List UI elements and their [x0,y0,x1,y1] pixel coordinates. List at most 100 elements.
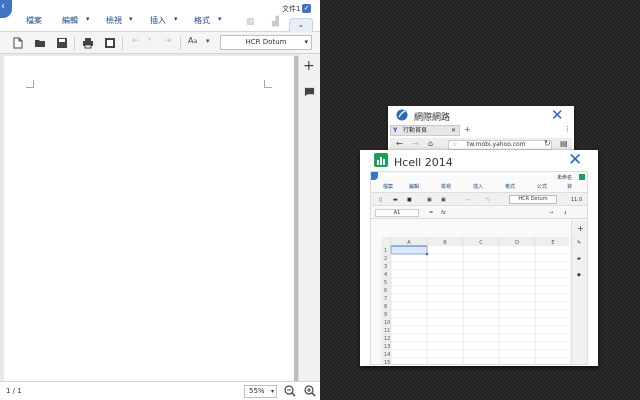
zoom-select[interactable]: 55% ▾ [244,385,277,398]
menu-insert[interactable]: 插入 [150,15,166,26]
function-icon: fx [441,210,446,216]
chevron-down-icon[interactable]: ▾ [206,37,210,45]
row-header: 9 [384,312,387,318]
font-family-select: HCR Dotum [509,195,557,204]
menu-formula: 公式 [537,184,548,190]
menu-format: 格式 [505,184,516,190]
table-icon: ▦ [246,17,255,27]
menu-view[interactable]: 檢視 [106,15,122,26]
browser-app-icon [396,109,408,121]
menu-icon[interactable]: ⋮ [564,125,571,133]
back-button[interactable]: ‹ [0,0,12,18]
hcell-app-card[interactable]: Hcell 2014 ✕ 未命名 檔案 編輯 檢視 插入 格式 公式 資 ▯ ▬… [360,150,598,366]
new-document-icon[interactable] [12,37,24,49]
row-header: 7 [384,296,387,302]
home-icon[interactable]: ⌂ [428,139,433,148]
browser-tab[interactable]: Y 行動首頁 ✕ [390,125,460,136]
save-check-button[interactable]: ✓ [302,4,311,13]
arrow-down-icon: ↓ [563,210,568,216]
print-icon[interactable] [82,37,94,49]
open-folder-icon[interactable] [34,37,46,49]
row-header: 12 [384,336,390,342]
text-style-icon[interactable]: Aa [188,36,197,45]
open-folder-icon: ▬ [393,197,398,203]
row-header: 6 [384,288,387,294]
menu-edit[interactable]: 編輯 [62,15,78,26]
new-tab-button[interactable]: + [464,125,471,134]
add-icon[interactable]: + [303,58,315,74]
close-tab-icon[interactable]: ✕ [451,126,456,135]
font-size-value: 11.0 [571,197,583,203]
column-header: C [479,240,483,246]
browser-app-card[interactable]: 網際網路 ✕ Y 行動首頁 ✕ + ⋮ ← → ⌂ ☆ tw.mobi.yaho… [388,106,574,156]
row-header: 4 [384,272,387,278]
formula-bar: A1 = fx → ↓ [371,207,587,219]
star-icon[interactable]: ☆ [452,141,457,149]
chevron-down-icon: ▾ [304,38,308,46]
spreadsheet-grid: A B C D E 1 2 3 4 5 6 7 8 9 10 11 12 13 14 15 [381,237,569,365]
page-layout-icon: ▣ [441,197,446,203]
url-value: tw.mobi.yahoo.com [467,141,526,148]
url-field[interactable]: ☆ tw.mobi.yahoo.com [448,140,552,150]
crop-mark [26,80,34,88]
tab-label: 行動首頁 [403,127,428,134]
forward-arrow-icon[interactable]: → [412,139,419,148]
note-edit-icon[interactable] [304,86,315,97]
back-arrow-icon[interactable]: ← [396,139,403,148]
menu-edit: 編輯 [409,184,420,190]
menu-data: 資 [567,184,573,190]
back-button [371,172,378,180]
chevron-down-icon: ▾ [148,36,152,43]
document-name: 文件1 [282,5,301,13]
font-family-value: HCR Dotum [245,38,287,46]
zoom-in-icon[interactable] [304,385,316,397]
zoom-out-icon[interactable] [284,385,296,397]
column-header: B [443,240,447,246]
chevron-down-icon[interactable]: ▾ [86,15,90,23]
close-icon[interactable]: ✕ [568,150,582,170]
zoom-value: 55% [249,387,265,395]
document-name: 未命名 [557,175,573,181]
bookmark-icon[interactable]: ▤ [560,139,568,148]
chevron-down-icon[interactable]: ▾ [174,15,178,23]
filter-icon: ◆ [577,272,581,278]
toolbar: ⇤ ▾ ⇥ Aa ▾ HCR Dotum ▾ [0,32,320,54]
row-header: 14 [384,352,390,358]
save-icon: ■ [407,197,412,203]
document-page[interactable] [4,56,294,386]
menu-format[interactable]: 格式 [194,15,210,26]
card-header: 網際網路 ✕ [388,106,574,124]
row-header: 15 [384,360,390,365]
card-title: 網際網路 [414,113,451,123]
collapse-toolbar-button[interactable]: ⌄ [289,18,313,32]
chevron-down-icon[interactable]: ▾ [218,15,222,23]
undo-icon: ⇤ [132,36,140,46]
chevron-down-icon[interactable]: ▾ [129,15,133,23]
crop-mark [264,80,272,88]
chevron-down-icon: ▾ [270,388,274,395]
column-header: A [407,240,411,246]
right-sidebar: + [298,54,320,382]
grid-lines: A B C D E123456789101112131415 [381,237,569,365]
right-sidebar: + ✎ ▰ ◆ [571,220,587,364]
page-indicator: 1 / 1 [6,387,22,395]
row-header: 3 [384,264,387,270]
add-icon: + [577,224,584,233]
menu-file[interactable]: 檔案 [26,15,42,26]
toolbar-divider [74,36,75,50]
toolbar: ▯ ▬ ■ ▣ ▣ ⇤ % HCR Dotum 11.0 [371,192,587,206]
menu-file: 檔案 [383,184,394,190]
yahoo-icon: Y [393,127,398,134]
selected-cell [390,245,428,255]
hcell-preview: 未命名 檔案 編輯 檢視 插入 格式 公式 資 ▯ ▬ ■ ▣ ▣ ⇤ % HC… [370,171,588,365]
font-family-select[interactable]: HCR Dotum ▾ [220,35,312,50]
save-icon[interactable] [56,37,68,49]
chart-icon: ▟ [272,17,279,27]
undo-icon: ⇤ [467,197,472,203]
row-header: 2 [384,256,387,262]
page-layout-icon[interactable] [104,37,116,49]
percent-icon: % [485,197,490,203]
refresh-icon[interactable]: ↻ [544,139,551,148]
note-edit-icon: ✎ [577,240,582,246]
close-icon[interactable]: ✕ [551,106,564,124]
